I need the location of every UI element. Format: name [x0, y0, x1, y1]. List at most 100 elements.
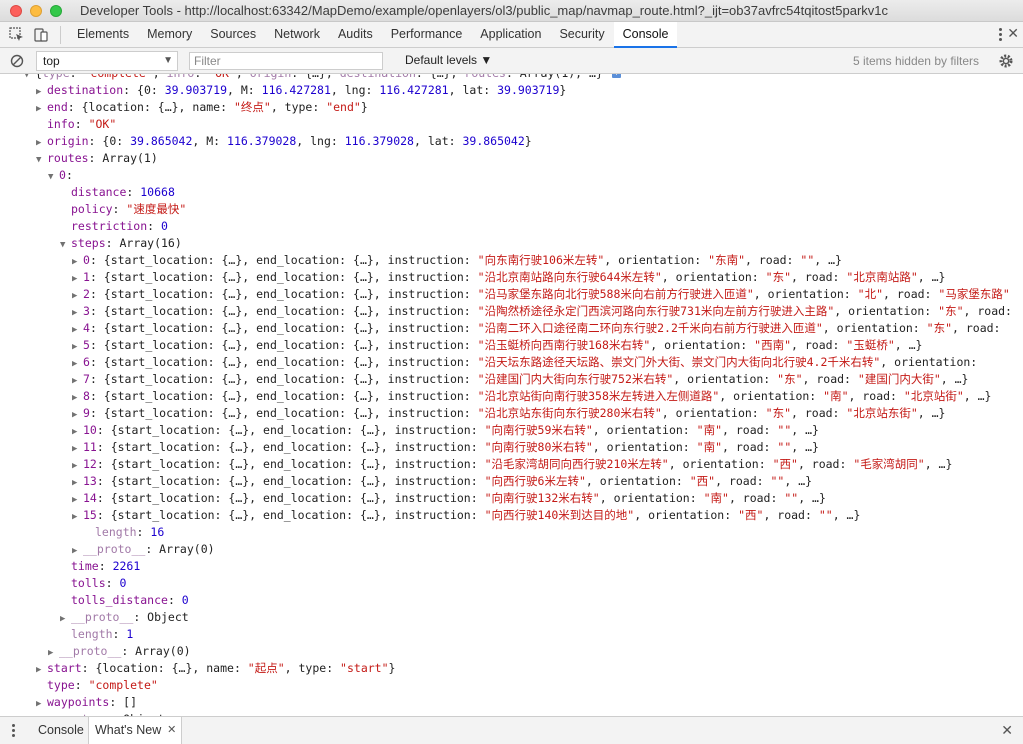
expand-triangle-icon[interactable]: ▶: [72, 492, 83, 507]
console-object-row[interactable]: ▶ 3: {start_location: {…}, end_location: …: [0, 303, 1023, 320]
console-object-row[interactable]: ▶ destination: {0: 39.903719, M: 116.4272…: [0, 82, 1023, 99]
token: :: [126, 185, 141, 199]
console-object-row[interactable]: ▶ waypoints: []: [0, 694, 1023, 711]
expand-triangle-icon[interactable]: ▶: [72, 305, 83, 320]
more-options-icon[interactable]: [997, 26, 1003, 44]
console-object-row[interactable]: ▶ end: {location: {…}, name: "终点", type: …: [0, 99, 1023, 116]
expand-triangle-icon[interactable]: ▶: [72, 254, 83, 269]
expand-triangle-icon[interactable]: ▶: [72, 373, 83, 388]
close-tab-icon[interactable]: ✕: [167, 717, 176, 744]
console-object-row[interactable]: ▶ origin: {0: 39.865042, M: 116.379028, l…: [0, 133, 1023, 150]
token: , road:: [722, 440, 778, 454]
collapse-triangle-icon[interactable]: ▼: [24, 74, 35, 82]
expand-triangle-icon[interactable]: ▶: [72, 543, 83, 558]
token: type: [42, 74, 70, 80]
token: start: [47, 661, 82, 675]
console-object-row[interactable]: ▶ __proto__: Array(0): [0, 643, 1023, 660]
minimize-window-button[interactable]: [30, 5, 42, 17]
expand-triangle-icon[interactable]: ▶: [36, 135, 47, 150]
console-object-row[interactable]: ▶ 12: {start_location: {…}, end_location:…: [0, 456, 1023, 473]
console-object-row[interactable]: ▶ 15: {start_location: {…}, end_location:…: [0, 507, 1023, 524]
expand-triangle-icon[interactable]: ▶: [72, 288, 83, 303]
token: info: [47, 117, 75, 131]
console-object-row[interactable]: ▶ 13: {start_location: {…}, end_location:…: [0, 473, 1023, 490]
token: "沿建国门内大街向东行驶752米右转": [477, 372, 674, 386]
tab-application[interactable]: Application: [471, 22, 550, 48]
context-selector[interactable]: top ▼: [36, 51, 178, 71]
console-settings-gear-icon[interactable]: [997, 52, 1015, 70]
console-object-row[interactable]: ▶ 10: {start_location: {…}, end_location:…: [0, 422, 1023, 439]
console-object-row[interactable]: ▶ 0: {start_location: {…}, end_location: …: [0, 252, 1023, 269]
expand-triangle-icon[interactable]: ▶: [36, 696, 47, 711]
token: , …}: [963, 389, 992, 403]
console-object-row[interactable]: ▶ 14: {start_location: {…}, end_location:…: [0, 490, 1023, 507]
expand-triangle-icon[interactable]: ▶: [72, 339, 83, 354]
tab-network[interactable]: Network: [265, 22, 329, 48]
console-object-row[interactable]: ▶ 9: {start_location: {…}, end_location: …: [0, 405, 1023, 422]
expand-triangle-icon[interactable]: ▶: [72, 322, 83, 337]
token: routes: [464, 74, 506, 80]
console-object-row[interactable]: ▶ 11: {start_location: {…}, end_location:…: [0, 439, 1023, 456]
device-toolbar-icon[interactable]: [32, 26, 50, 44]
token: "向南行驶59米右转": [484, 423, 593, 437]
console-object-row[interactable]: ▶ 1: {start_location: {…}, end_location: …: [0, 269, 1023, 286]
expand-triangle-icon[interactable]: ▶: [72, 441, 83, 456]
console-object-row[interactable]: ▶ start: {location: {…}, name: "起点", type…: [0, 660, 1023, 677]
token: "沿马家堡东路向北行驶588米向右前方行驶进入匝道": [477, 287, 754, 301]
log-levels-dropdown[interactable]: Default levels ▼: [405, 53, 492, 67]
console-object-row[interactable]: ▶ 8: {start_location: {…}, end_location: …: [0, 388, 1023, 405]
expand-triangle-icon[interactable]: ▶: [72, 475, 83, 490]
console-object-row[interactable]: ▼{type: "complete", info: "OK", origin: …: [0, 74, 1023, 82]
info-icon[interactable]: i: [611, 74, 621, 78]
expand-triangle-icon[interactable]: ▶: [72, 271, 83, 286]
close-window-button[interactable]: [10, 5, 22, 17]
expand-triangle-icon[interactable]: ▶: [72, 424, 83, 439]
expand-triangle-icon[interactable]: ▶: [72, 509, 83, 524]
console-object-row[interactable]: ▶ __proto__: Array(0): [0, 541, 1023, 558]
drawer-tab-whats-new[interactable]: What's New ✕: [88, 717, 183, 744]
token: , road:: [952, 321, 1001, 335]
drawer-tab-console[interactable]: Console: [32, 717, 90, 744]
tab-memory[interactable]: Memory: [138, 22, 201, 48]
collapse-triangle-icon[interactable]: ▼: [60, 237, 71, 252]
expand-triangle-icon[interactable]: ▶: [60, 611, 71, 626]
console-object-row: length: 1: [0, 626, 1023, 643]
tab-security[interactable]: Security: [550, 22, 613, 48]
filter-input[interactable]: [189, 52, 383, 70]
expand-triangle-icon[interactable]: ▶: [36, 101, 47, 116]
collapse-triangle-icon[interactable]: ▼: [36, 152, 47, 167]
token: : Array(0): [121, 644, 191, 658]
token: , orientation:: [661, 406, 766, 420]
token: 1: [83, 270, 90, 284]
console-object-row[interactable]: ▶ 7: {start_location: {…}, end_location: …: [0, 371, 1023, 388]
collapse-triangle-icon[interactable]: ▼: [48, 169, 59, 184]
console-object-row[interactable]: ▶ 4: {start_location: {…}, end_location: …: [0, 320, 1023, 337]
tab-audits[interactable]: Audits: [329, 22, 382, 48]
console-object-row[interactable]: ▶ 2: {start_location: {…}, end_location: …: [0, 286, 1023, 303]
console-object-row[interactable]: ▼ 0:: [0, 167, 1023, 184]
inspect-element-icon[interactable]: [8, 26, 26, 44]
console-object-row[interactable]: ▶__proto__: Object: [0, 609, 1023, 626]
zoom-window-button[interactable]: [50, 5, 62, 17]
clear-console-icon[interactable]: [8, 52, 26, 70]
drawer-menu-icon[interactable]: [10, 722, 16, 740]
token: "南": [696, 440, 723, 454]
tab-elements[interactable]: Elements: [68, 22, 138, 48]
token: : {start_location: {…}, end_location: {……: [89, 321, 478, 335]
expand-triangle-icon[interactable]: ▶: [72, 356, 83, 371]
expand-triangle-icon[interactable]: ▶: [72, 407, 83, 422]
tab-console[interactable]: Console: [613, 22, 678, 48]
expand-triangle-icon[interactable]: ▶: [36, 662, 47, 677]
console-object-row[interactable]: ▼ routes: Array(1): [0, 150, 1023, 167]
close-drawer-icon[interactable]: ✕: [1001, 722, 1013, 739]
close-devtools-icon[interactable]: ✕: [1007, 25, 1019, 42]
expand-triangle-icon[interactable]: ▶: [72, 458, 83, 473]
console-object-row[interactable]: ▶ 5: {start_location: {…}, end_location: …: [0, 337, 1023, 354]
expand-triangle-icon[interactable]: ▶: [72, 390, 83, 405]
expand-triangle-icon[interactable]: ▶: [48, 645, 59, 660]
console-object-row[interactable]: ▼ steps: Array(16): [0, 235, 1023, 252]
tab-performance[interactable]: Performance: [382, 22, 472, 48]
tab-sources[interactable]: Sources: [201, 22, 265, 48]
console-object-row[interactable]: ▶ 6: {start_location: {…}, end_location: …: [0, 354, 1023, 371]
expand-triangle-icon[interactable]: ▶: [36, 84, 47, 99]
